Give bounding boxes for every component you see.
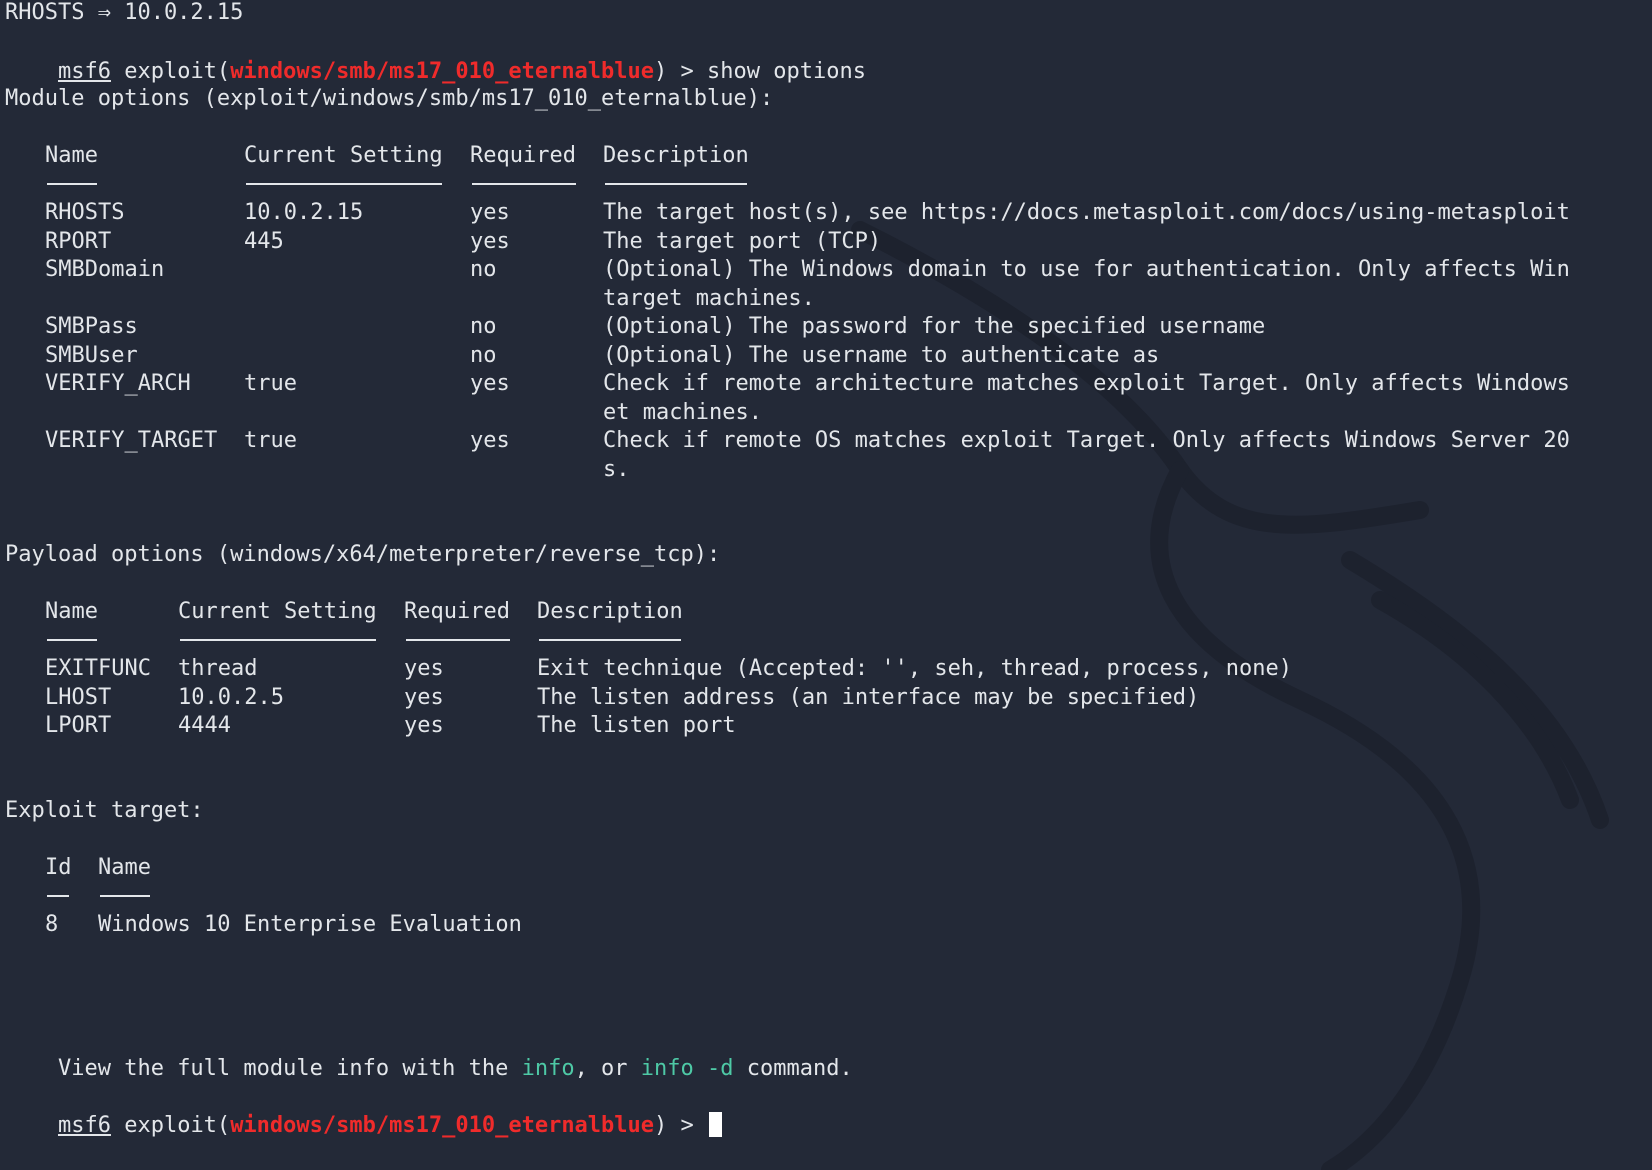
table-cell-setting: 4444 <box>178 713 231 738</box>
table-cell-required: yes <box>404 656 444 681</box>
table-cell-setting: 10.0.2.15 <box>244 200 364 225</box>
info-hint-prefix: View the full module info with the <box>57 1056 522 1081</box>
kali-dragon-watermark-icon <box>851 221 1609 1170</box>
command-prompt-line: msf6 exploit(windows/smb/ms17_010_eterna… <box>5 27 866 84</box>
table-cell-name: Windows 10 Enterprise Evaluation <box>98 912 522 937</box>
payload-options-heading: Payload options (windows/x64/meterpreter… <box>5 542 721 567</box>
table-cell-setting: true <box>244 428 297 453</box>
column-header-underline <box>47 895 69 897</box>
column-header-underline <box>246 183 442 185</box>
table-cell-name: SMBUser <box>45 342 138 368</box>
info-hint-middle: , or <box>574 1056 641 1081</box>
column-header: Current Setting <box>178 599 377 624</box>
column-header: Current Setting <box>244 143 443 168</box>
info-command: info <box>521 1056 575 1081</box>
option-description: Check if remote OS matches exploit Targe… <box>603 428 1570 453</box>
table-cell-name: RHOSTS <box>45 200 125 225</box>
option-description: (Optional) The password for the specifie… <box>603 314 1266 339</box>
option-description: Check if remote architecture matches exp… <box>603 371 1570 396</box>
table-cell-setting: thread <box>178 656 258 681</box>
table-cell-required: yes <box>404 713 444 738</box>
table-cell-name: VERIFY_TARGET <box>45 428 218 453</box>
module-info-hint: View the full module info with the info,… <box>5 1024 853 1081</box>
column-header-underline <box>605 183 747 185</box>
column-header: Required <box>470 143 576 168</box>
terminal-cursor[interactable] <box>709 1112 723 1137</box>
table-cell-name: SMBPass <box>45 314 138 339</box>
column-header: Name <box>45 143 98 168</box>
info-d-command: info -d <box>640 1056 734 1081</box>
module-name: windows/smb/ms17_010_eternalblue <box>230 1113 655 1138</box>
exploit-prefix: exploit( <box>110 59 231 84</box>
option-description: The target host(s), see https://docs.met… <box>603 200 1570 225</box>
rhosts-set-output: RHOSTS ⇒ 10.0.2.15 <box>5 0 244 25</box>
table-cell-required: no <box>470 314 497 339</box>
table-cell-required: yes <box>470 428 510 453</box>
table-cell-setting: 10.0.2.5 <box>178 684 284 710</box>
info-hint-suffix: command. <box>733 1056 853 1081</box>
option-description: s. <box>603 456 630 482</box>
table-cell-required: yes <box>470 200 510 225</box>
msf-prompt-label: msf6 <box>57 1113 111 1138</box>
column-header: Required <box>404 599 510 624</box>
exploit-prefix: exploit( <box>110 1113 231 1138</box>
column-header-underline <box>100 895 150 897</box>
table-cell-setting: 445 <box>244 228 284 254</box>
column-header-underline <box>472 183 576 185</box>
table-cell-required: yes <box>470 371 510 396</box>
table-cell-required: no <box>470 257 497 282</box>
column-header: Description <box>603 143 749 168</box>
column-header: Name <box>98 855 151 880</box>
option-description: Exit technique (Accepted: '', seh, threa… <box>537 656 1292 681</box>
table-cell-name: LPORT <box>45 713 112 738</box>
prompt-suffix: ) > <box>654 1113 708 1138</box>
option-description: (Optional) The Windows domain to use for… <box>603 257 1570 282</box>
column-header: Description <box>537 599 683 624</box>
option-description: et machines. <box>603 399 762 425</box>
final-command-prompt[interactable]: msf6 exploit(windows/smb/ms17_010_eterna… <box>5 1081 723 1138</box>
table-cell-required: no <box>470 342 497 368</box>
entered-command: show options <box>707 59 866 84</box>
table-cell-name: VERIFY_ARCH <box>45 371 191 396</box>
table-cell-required: yes <box>470 228 510 254</box>
table-cell-required: yes <box>404 684 444 710</box>
module-name: windows/smb/ms17_010_eternalblue <box>230 59 655 84</box>
msf-prompt-label: msf6 <box>57 59 111 84</box>
column-header-underline <box>180 639 376 641</box>
prompt-suffix: ) > <box>654 59 708 84</box>
option-description: target machines. <box>603 285 815 311</box>
table-cell-name: RPORT <box>45 228 112 254</box>
option-description: The listen address (an interface may be … <box>537 684 1200 710</box>
table-cell-name: SMBDomain <box>45 257 165 282</box>
column-header-underline <box>47 639 97 641</box>
option-description: (Optional) The username to authenticate … <box>603 342 1160 368</box>
column-header: Id <box>45 855 72 880</box>
column-header-underline <box>406 639 510 641</box>
table-cell-name: EXITFUNC <box>45 656 151 681</box>
option-description: The target port (TCP) <box>603 228 882 254</box>
column-header-underline <box>539 639 681 641</box>
column-header: Name <box>45 599 98 624</box>
exploit-target-heading: Exploit target: <box>5 798 204 823</box>
module-options-heading: Module options (exploit/windows/smb/ms17… <box>5 86 774 111</box>
terminal-window[interactable]: RHOSTS ⇒ 10.0.2.15 msf6 exploit(windows/… <box>0 0 1652 1170</box>
option-description: The listen port <box>537 713 736 738</box>
table-cell-name: LHOST <box>45 684 112 710</box>
column-header-underline <box>47 183 97 185</box>
table-cell-setting: true <box>244 371 297 396</box>
table-cell-id: 8 <box>45 912 59 937</box>
